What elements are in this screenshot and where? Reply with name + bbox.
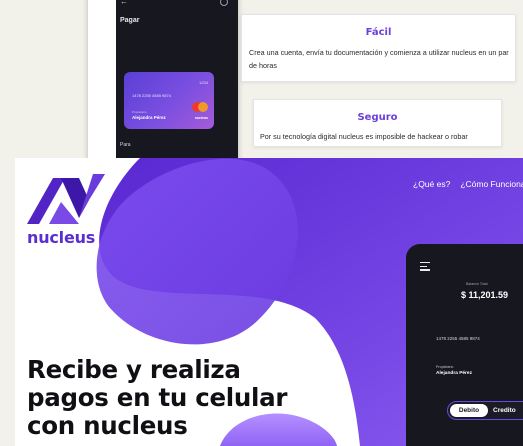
headline-line: Recibe y realiza: [27, 355, 241, 384]
feature-card-easy: Fácil Crea una cuenta, envía tu document…: [241, 14, 516, 82]
card-number: 1478 2255 4585 9874: [436, 336, 480, 341]
settings-icon[interactable]: [220, 0, 228, 6]
toggle-credit[interactable]: Credito: [493, 404, 516, 417]
hero-headline: Recibe y realiza pagos en tu celular con…: [27, 356, 347, 440]
credit-card[interactable]: 1234 1478 2255 4585 9874 Propietario Ale…: [124, 72, 214, 129]
menu-icon[interactable]: [420, 262, 430, 273]
headline-line: pagos en tu celular: [27, 383, 288, 412]
card-owner: Alejandra Pérez: [436, 371, 472, 376]
feature-title: Seguro: [357, 112, 398, 123]
preview-edge: [88, 0, 116, 165]
nav-link-what-is[interactable]: ¿Qué es?: [413, 179, 450, 189]
card-owner: Alejandra Pérez: [132, 115, 166, 120]
recipient-label: Para: [120, 142, 131, 148]
balance-amount: $ 11,201.59: [461, 290, 509, 300]
hero-section: nucleus ¿Qué es? ¿Cómo Funciona? Recibe y…: [15, 158, 523, 446]
card-owner-label: Propietario: [132, 110, 147, 114]
card-type-toggle[interactable]: Debito Credito: [447, 401, 523, 420]
balance-label: Balance Total: [466, 282, 488, 286]
card-brand: nucleus: [194, 116, 208, 120]
feature-title: Fácil: [365, 27, 392, 38]
payment-app-preview: ← Pagar 1234 1478 2255 4585 9874 Propiet…: [88, 0, 238, 165]
toggle-debit[interactable]: Debito: [450, 404, 488, 417]
nav-link-how-it-works[interactable]: ¿Cómo Funciona?: [460, 179, 523, 189]
preview-screen: ← Pagar 1234 1478 2255 4585 9874 Propiet…: [116, 0, 238, 165]
hero-phone-mockup: Balance Total $ 11,201.59 1478 2255 4585…: [406, 244, 523, 446]
feature-text: Crea una cuenta, envía tu documentación …: [249, 48, 509, 70]
feature-text: Por su tecnología digital nucleus es imp…: [260, 132, 468, 141]
arrow-left-icon[interactable]: ←: [120, 0, 128, 6]
headline-line: con nucleus: [27, 411, 188, 440]
screen-title: Pagar: [120, 17, 140, 24]
nucleus-logo[interactable]: [27, 174, 109, 226]
card-cvv: 1234: [199, 80, 208, 85]
mastercard-icon: [192, 102, 208, 112]
card-number: 1478 2255 4585 9874: [132, 93, 171, 98]
card-owner-label: Propietario: [436, 365, 454, 369]
feature-card-secure: Seguro Por su tecnología digital nucleus…: [253, 99, 502, 147]
logo-wordmark: nucleus: [27, 228, 96, 247]
top-nav: ¿Qué es? ¿Cómo Funciona?: [413, 179, 523, 189]
